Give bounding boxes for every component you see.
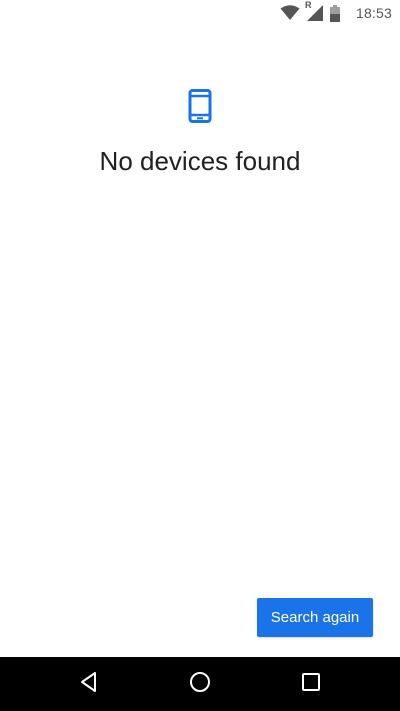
status-time: 18:53 [355,5,392,21]
home-button[interactable] [170,657,230,711]
recents-icon [301,672,321,697]
recents-button[interactable] [281,657,341,711]
roaming-indicator: R [304,0,312,10]
cell-signal-icon: R [305,0,324,22]
wifi-icon [280,5,300,21]
home-icon [189,671,211,698]
navigation-bar [0,657,400,711]
back-button[interactable] [59,657,119,711]
status-bar: R 18:53 [0,0,400,26]
smartphone-icon [186,89,214,123]
back-icon [79,671,99,698]
search-again-button[interactable]: Search again [257,598,373,637]
screen: R 18:53 No devices found Search again [0,0,400,711]
empty-state-title: No devices found [99,146,301,176]
status-icons: R 18:53 [280,0,392,23]
battery-icon [329,4,340,22]
